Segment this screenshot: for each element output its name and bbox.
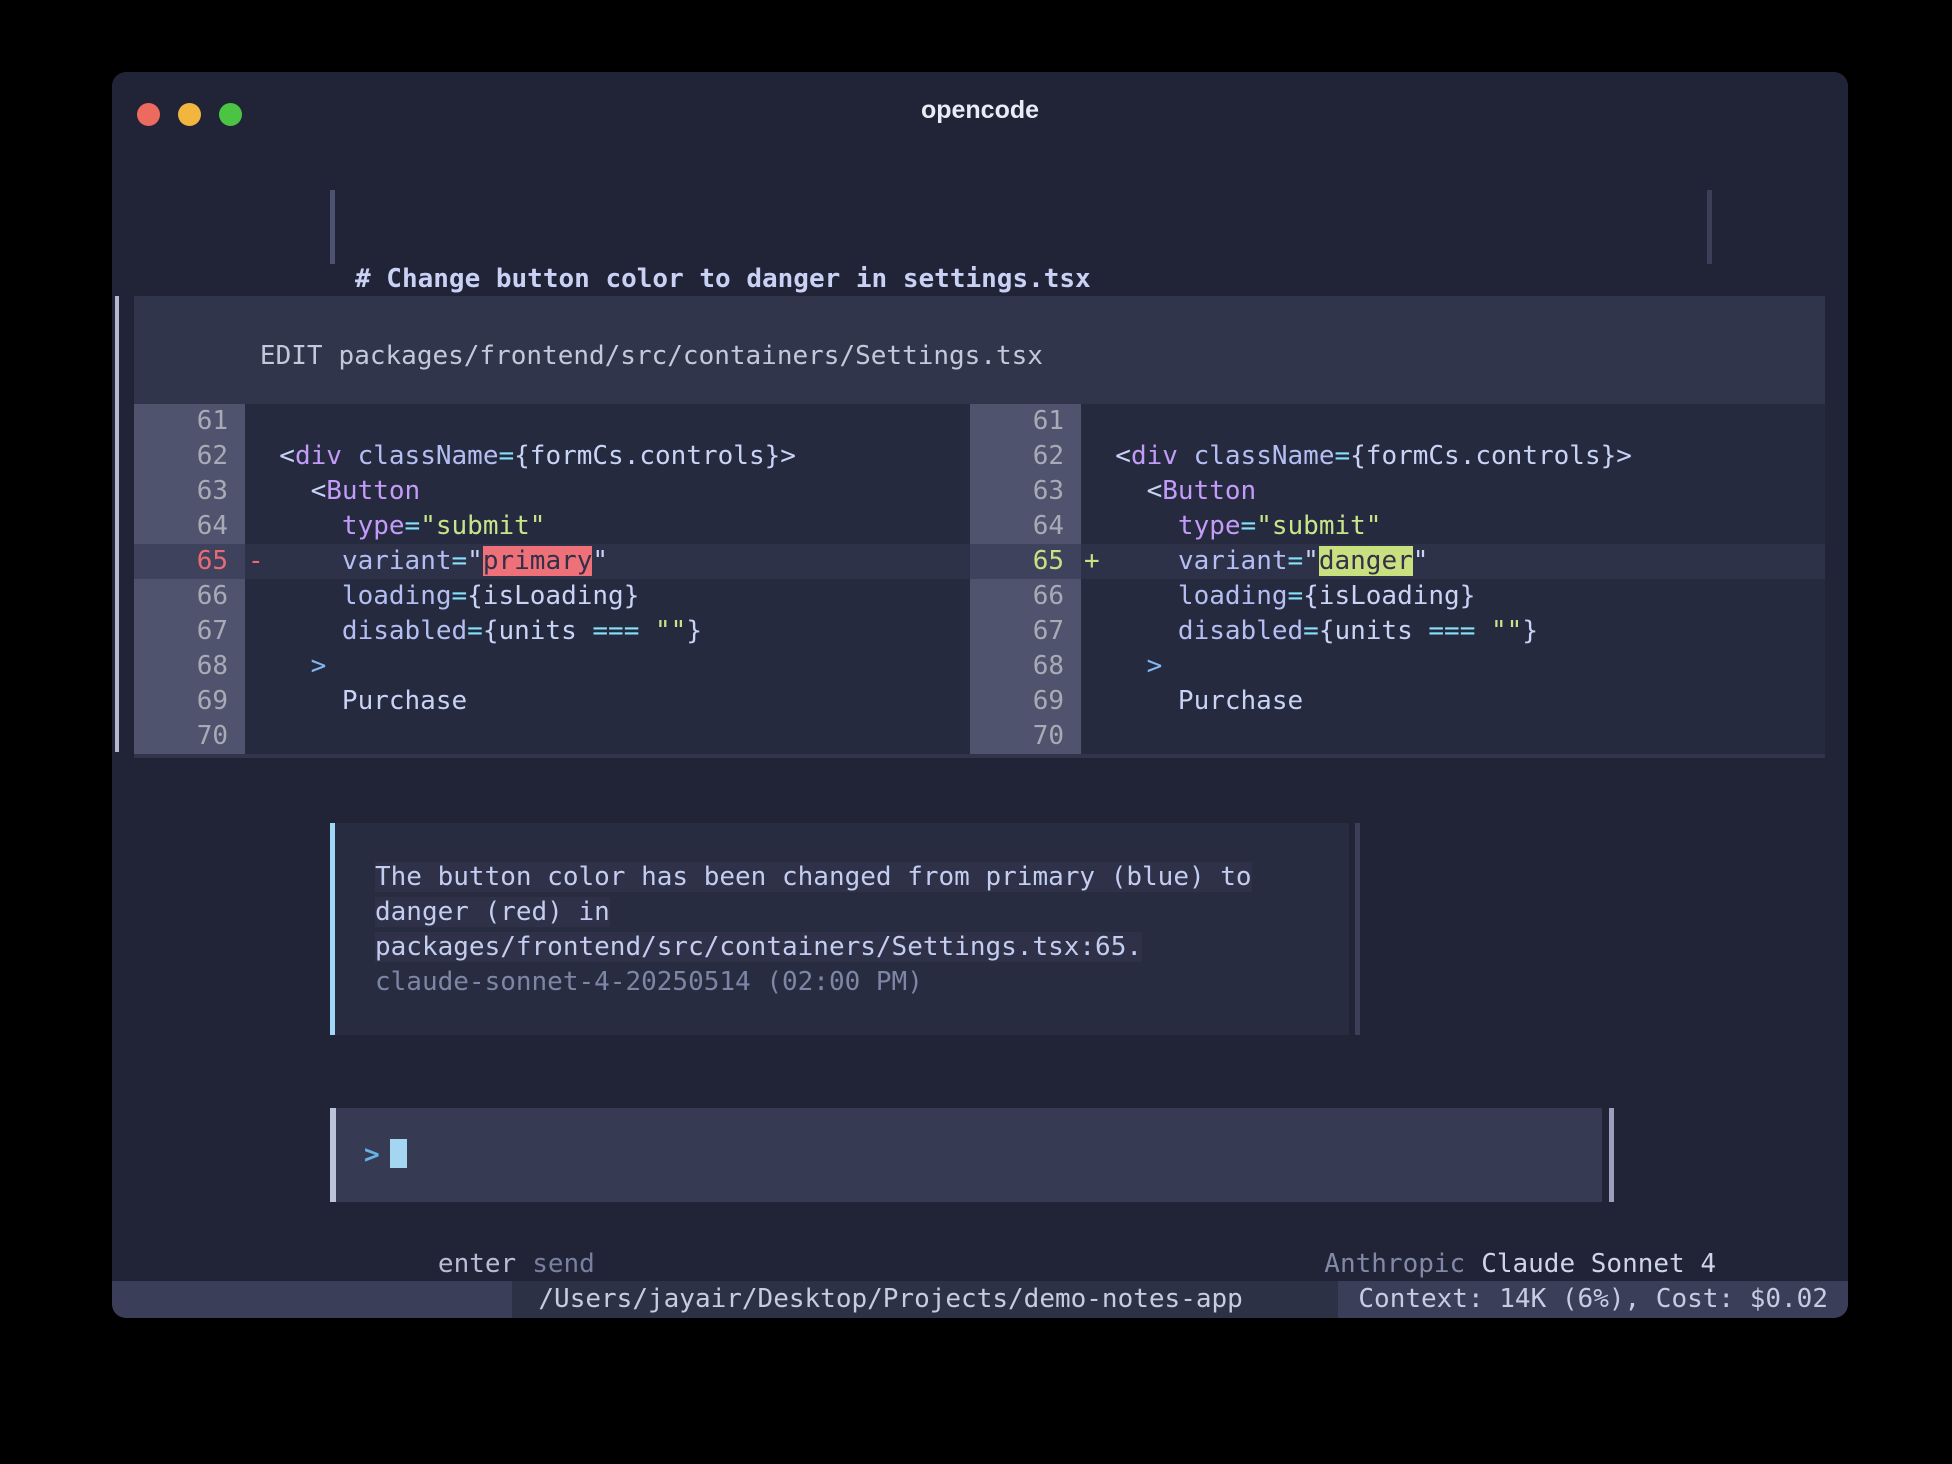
line-number: 61 <box>134 404 245 439</box>
line-number: 66 <box>970 579 1081 614</box>
assistant-message-meta: claude-sonnet-4-20250514 (02:00 PM) <box>375 965 1349 1000</box>
diff-row: 63 <Button <box>970 474 1825 509</box>
diff-row: 61 <box>134 404 970 439</box>
model-indicator[interactable]: AnthropicClaude Sonnet 4 <box>1230 1212 1716 1247</box>
diff-row: 68 > <box>134 649 970 684</box>
assistant-message-line: packages/frontend/src/containers/Setting… <box>375 930 1349 965</box>
code-line: > <box>245 649 970 684</box>
context-cost-indicator: Context: 14K (6%), Cost: $0.02 <box>1338 1281 1848 1318</box>
diff-row: 70 <box>970 719 1825 754</box>
line-number: 62 <box>134 439 245 474</box>
code-line: - variant="primary" <box>245 544 970 579</box>
assistant-message-right-bar <box>1355 823 1360 1035</box>
line-number: 67 <box>970 614 1081 649</box>
diff-row: 64 type="submit" <box>970 509 1825 544</box>
diff-row: 69 Purchase <box>134 684 970 719</box>
edit-header: EDIT packages/frontend/src/containers/Set… <box>134 296 1825 409</box>
line-number: 66 <box>134 579 245 614</box>
line-number: 69 <box>970 684 1081 719</box>
model-label: Claude Sonnet 4 <box>1481 1249 1716 1279</box>
diff-row: 62 <div className={formCs.controls}> <box>134 439 970 474</box>
diff-pane-after: 6162 <div className={formCs.controls}>63… <box>970 404 1825 754</box>
code-line: > <box>1081 649 1825 684</box>
code-line: <Button <box>1081 474 1825 509</box>
status-bar: opencodev0.1.156 /Users/jayair/Desktop/P… <box>112 1281 1848 1318</box>
send-hint: entersend <box>344 1212 595 1247</box>
scrollbar-thumb[interactable] <box>115 296 119 752</box>
diff-row: 68 > <box>970 649 1825 684</box>
code-line <box>1081 404 1825 439</box>
prompt-input[interactable]: > <box>330 1108 1602 1202</box>
line-number: 62 <box>970 439 1081 474</box>
line-number: 68 <box>970 649 1081 684</box>
code-line: <div className={formCs.controls}> <box>245 439 970 474</box>
code-line: loading={isLoading} <box>1081 579 1825 614</box>
line-number: 65 <box>134 544 245 579</box>
input-right-bar <box>1609 1108 1614 1202</box>
code-line: <Button <box>245 474 970 509</box>
diff-row: 67 disabled={units === ""} <box>134 614 970 649</box>
user-prompt-block: # Change button color to danger in setti… <box>330 190 1712 264</box>
line-number: 63 <box>134 474 245 509</box>
diff-row: 69 Purchase <box>970 684 1825 719</box>
line-number: 70 <box>134 719 245 754</box>
provider-label: Anthropic <box>1324 1249 1465 1279</box>
enter-key-hint: enter <box>438 1249 516 1279</box>
code-line <box>245 719 970 754</box>
edit-diff-panel: EDIT packages/frontend/src/containers/Set… <box>134 296 1825 758</box>
desktop: { "window": {"title": "opencode"}, "user… <box>0 0 1952 1464</box>
code-line: type="submit" <box>245 509 970 544</box>
diff-row: 63 <Button <box>134 474 970 509</box>
diff-row: 62 <div className={formCs.controls}> <box>970 439 1825 474</box>
opencode-terminal-window: opencode # Change button color to danger… <box>112 72 1848 1318</box>
line-number: 67 <box>134 614 245 649</box>
line-number: 61 <box>970 404 1081 439</box>
code-line: Purchase <box>1081 684 1825 719</box>
code-line: + variant="danger" <box>1081 544 1825 579</box>
working-directory: /Users/jayair/Desktop/Projects/demo-note… <box>512 1281 1338 1318</box>
diff-row: 66 loading={isLoading} <box>134 579 970 614</box>
line-number: 65 <box>970 544 1081 579</box>
assistant-message-line: The button color has been changed from p… <box>375 860 1349 895</box>
diff-row: 67 disabled={units === ""} <box>970 614 1825 649</box>
diff-row: 70 <box>134 719 970 754</box>
line-number: 68 <box>134 649 245 684</box>
send-action-hint: send <box>532 1249 595 1279</box>
line-number: 69 <box>134 684 245 719</box>
user-prompt-heading: # Change button color to danger in setti… <box>355 262 1707 297</box>
code-line <box>245 404 970 439</box>
code-line: <div className={formCs.controls}> <box>1081 439 1825 474</box>
line-number: 64 <box>970 509 1081 544</box>
diff-row: 66 loading={isLoading} <box>970 579 1825 614</box>
diff-row: 65- variant="primary" <box>134 544 970 579</box>
diff-row: 64 type="submit" <box>134 509 970 544</box>
line-number: 70 <box>970 719 1081 754</box>
code-line: type="submit" <box>1081 509 1825 544</box>
edit-file-path: packages/frontend/src/containers/Setting… <box>339 341 1043 371</box>
line-number: 63 <box>970 474 1081 509</box>
line-number: 64 <box>134 509 245 544</box>
input-hints-row: entersend AnthropicClaude Sonnet 4 <box>344 1212 1716 1247</box>
window-title: opencode <box>112 96 1848 125</box>
text-cursor <box>390 1139 407 1168</box>
diff-view: 6162 <div className={formCs.controls}>63… <box>134 404 1825 754</box>
diff-row: 65+ variant="danger" <box>970 544 1825 579</box>
code-line: disabled={units === ""} <box>1081 614 1825 649</box>
code-line: disabled={units === ""} <box>245 614 970 649</box>
code-line: Purchase <box>245 684 970 719</box>
edit-action-label: EDIT <box>260 341 323 371</box>
diff-pane-before: 6162 <div className={formCs.controls}>63… <box>134 404 970 754</box>
code-line <box>1081 719 1825 754</box>
input-prompt-symbol: > <box>364 1140 380 1170</box>
app-version-segment: opencodev0.1.156 <box>112 1281 512 1318</box>
code-line: loading={isLoading} <box>245 579 970 614</box>
assistant-message: The button color has been changed from p… <box>330 823 1349 1035</box>
assistant-message-line: danger (red) in <box>375 895 1349 930</box>
diff-row: 61 <box>970 404 1825 439</box>
